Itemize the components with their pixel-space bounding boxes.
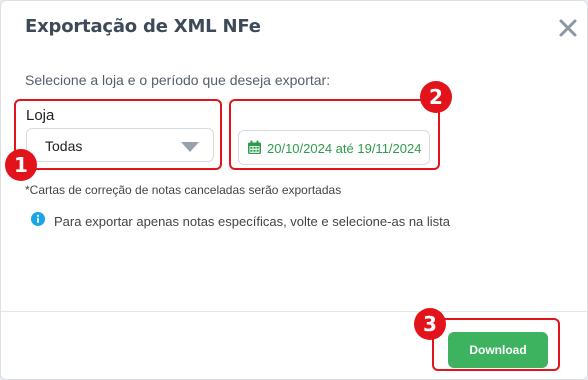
correction-note: *Cartas de correção de notas canceladas … [25,183,342,197]
step-badge-1: 1 [5,149,37,181]
info-text: Para exportar apenas notas específicas, … [54,214,451,229]
instruction-text: Selecione a loja e o período que deseja … [25,72,331,88]
step-badge-2: 2 [420,81,452,113]
modal-title: Exportação de XML NFe [25,16,261,37]
footer-divider [1,311,587,312]
highlight-date [229,99,440,170]
step-badge-3: 3 [414,308,446,340]
highlight-download [432,318,560,371]
info-icon [31,212,45,226]
highlight-store [14,99,222,170]
close-icon[interactable] [557,17,579,39]
